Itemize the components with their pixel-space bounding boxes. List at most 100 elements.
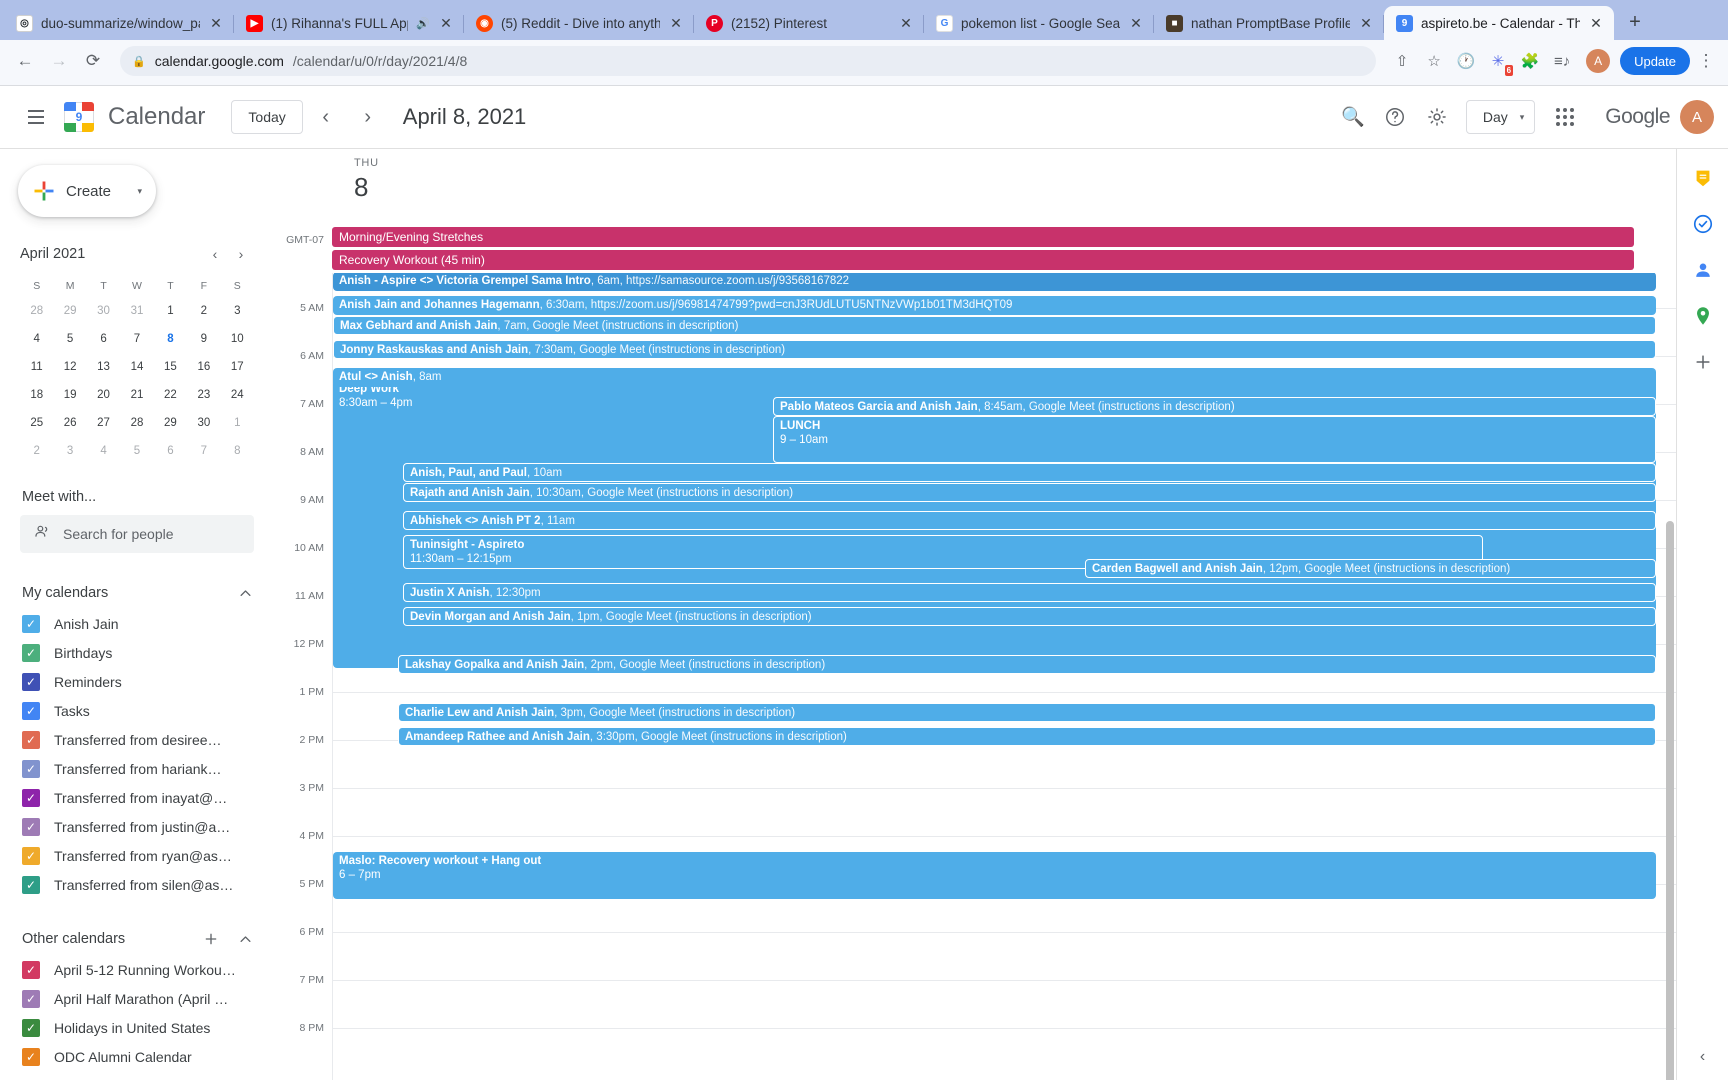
mini-day[interactable]: 28 (20, 297, 53, 325)
calendar-list-item[interactable]: ✓ Transferred from inayat@… (0, 783, 274, 812)
chevron-up-icon[interactable] (232, 926, 258, 952)
mini-day[interactable]: 29 (53, 297, 86, 325)
calendar-list-item[interactable]: ✓ Transferred from desiree… (0, 725, 274, 754)
mini-day[interactable]: 3 (53, 437, 86, 465)
calendar-event[interactable]: Justin X Anish, 12:30pm (403, 583, 1656, 602)
new-tab-button[interactable]: + (1620, 7, 1650, 37)
mini-day[interactable]: 8 (221, 437, 254, 465)
mini-day[interactable]: 5 (120, 437, 153, 465)
account-avatar[interactable]: A (1680, 100, 1714, 134)
checkbox-checked-icon[interactable]: ✓ (22, 614, 40, 633)
tab-close-icon[interactable]: ✕ (898, 16, 914, 30)
tab-close-icon[interactable]: ✕ (438, 16, 454, 30)
browser-tab[interactable]: ◉ (5) Reddit - Dive into anythin ✕ (464, 6, 694, 40)
checkbox-checked-icon[interactable]: ✓ (22, 672, 40, 691)
other-calendars-header[interactable]: Other calendars (0, 923, 274, 955)
create-event-button[interactable]: Create ▾ (18, 165, 156, 217)
mini-day[interactable]: 30 (87, 297, 120, 325)
calendar-list-item[interactable]: ✓ Transferred from silen@as… (0, 870, 274, 899)
calendar-list-item[interactable]: ✓ Transferred from justin@a… (0, 812, 274, 841)
bookmark-star-icon[interactable]: ☆ (1420, 47, 1448, 75)
mini-day[interactable]: 3 (221, 297, 254, 325)
calendar-list-item[interactable]: ✓ Reminders (0, 667, 274, 696)
checkbox-checked-icon[interactable]: ✓ (22, 701, 40, 720)
mini-day[interactable]: 27 (87, 409, 120, 437)
browser-tab[interactable]: ■ nathan PromptBase Profile | ✕ (1154, 6, 1384, 40)
tab-close-icon[interactable]: ✕ (1128, 16, 1144, 30)
events-canvas[interactable]: Deep Work 8:30am – 4pm Anish - Aspire <>… (332, 273, 1676, 1080)
search-icon[interactable]: 🔍 (1332, 96, 1374, 138)
mini-day[interactable]: 24 (221, 381, 254, 409)
update-button[interactable]: Update (1620, 47, 1690, 75)
all-day-event[interactable]: Morning/Evening Stretches (332, 227, 1634, 247)
forward-icon[interactable]: → (44, 46, 74, 76)
mini-next-month-icon[interactable]: › (228, 241, 254, 267)
checkbox-checked-icon[interactable]: ✓ (22, 875, 40, 894)
mini-day[interactable]: 5 (53, 325, 86, 353)
previous-day-icon[interactable]: ‹ (307, 98, 345, 136)
mini-day[interactable]: 4 (87, 437, 120, 465)
checkbox-checked-icon[interactable]: ✓ (22, 960, 40, 979)
mini-prev-month-icon[interactable]: ‹ (202, 241, 228, 267)
reading-list-icon[interactable]: ≡♪ (1548, 47, 1576, 75)
chevron-up-icon[interactable] (232, 580, 258, 606)
checkbox-checked-icon[interactable]: ✓ (22, 730, 40, 749)
checkbox-checked-icon[interactable]: ✓ (22, 1018, 40, 1037)
calendar-event[interactable]: Pablo Mateos Garcia and Anish Jain, 8:45… (773, 397, 1656, 416)
calendar-event[interactable]: Anish - Aspire <> Victoria Grempel Sama … (333, 273, 1656, 291)
mini-day[interactable]: 17 (221, 353, 254, 381)
checkbox-checked-icon[interactable]: ✓ (22, 1047, 40, 1066)
calendar-list-item[interactable]: ✓ Holidays in United States (0, 1013, 274, 1042)
google-apps-grid-icon[interactable] (1543, 96, 1585, 138)
maps-icon[interactable] (1688, 301, 1718, 331)
calendar-list-item[interactable]: ✓ April Half Marathon (April … (0, 984, 274, 1013)
calendar-event[interactable]: Carden Bagwell and Anish Jain, 12pm, Goo… (1085, 559, 1656, 578)
calendar-event-maslo[interactable]: Maslo: Recovery workout + Hang out 6 – 7… (333, 852, 1656, 899)
settings-gear-icon[interactable] (1416, 96, 1458, 138)
mini-day[interactable]: 18 (20, 381, 53, 409)
mini-day[interactable]: 13 (87, 353, 120, 381)
calendar-event[interactable]: Amandeep Rathee and Anish Jain, 3:30pm, … (398, 727, 1656, 746)
browser-tab[interactable]: ▶ (1) Rihanna's FULL Apple 🔊 ✕ (234, 6, 464, 40)
mini-day[interactable]: 11 (20, 353, 53, 381)
mini-day[interactable]: 15 (154, 353, 187, 381)
mini-day[interactable]: 19 (53, 381, 86, 409)
browser-tab[interactable]: P (2152) Pinterest ✕ (694, 6, 924, 40)
puzzle-icon[interactable]: 🧩 (1516, 47, 1544, 75)
help-icon[interactable] (1374, 96, 1416, 138)
checkbox-checked-icon[interactable]: ✓ (22, 817, 40, 836)
calendar-event[interactable]: Rajath and Anish Jain, 10:30am, Google M… (403, 483, 1656, 502)
mini-day[interactable]: 14 (120, 353, 153, 381)
calendar-list-item[interactable]: ✓ Birthdays (0, 638, 274, 667)
mini-day[interactable]: 1 (154, 297, 187, 325)
today-button[interactable]: Today (231, 100, 303, 134)
checkbox-checked-icon[interactable]: ✓ (22, 643, 40, 662)
view-mode-select[interactable]: Day ▾ (1465, 100, 1536, 134)
mini-day[interactable]: 25 (20, 409, 53, 437)
browser-tab[interactable]: ◎ duo-summarize/window_par ✕ (4, 6, 234, 40)
keep-icon[interactable] (1688, 163, 1718, 193)
calendar-event[interactable]: Max Gebhard and Anish Jain, 7am, Google … (333, 316, 1656, 335)
calendar-event[interactable]: Atul <> Anish, 8am (333, 368, 1656, 387)
tasks-icon[interactable] (1688, 209, 1718, 239)
mini-day[interactable]: 7 (120, 325, 153, 353)
calendar-event[interactable]: Devin Morgan and Anish Jain, 1pm, Google… (403, 607, 1656, 626)
mini-day[interactable]: 21 (120, 381, 153, 409)
mini-day[interactable]: 10 (221, 325, 254, 353)
mini-day[interactable]: 9 (187, 325, 220, 353)
mini-day-selected[interactable]: 8 (154, 325, 187, 353)
browser-tab[interactable]: G pokemon list - Google Search ✕ (924, 6, 1154, 40)
tab-close-icon[interactable]: ✕ (1358, 16, 1374, 30)
tab-close-icon[interactable]: ✕ (1588, 16, 1604, 30)
history-lock-icon[interactable]: 🕐 (1452, 47, 1480, 75)
calendar-event[interactable]: Jonny Raskauskas and Anish Jain, 7:30am,… (333, 340, 1656, 359)
browser-profile-avatar[interactable]: A (1586, 49, 1611, 73)
all-day-event[interactable]: Recovery Workout (45 min) (332, 250, 1634, 270)
mini-day[interactable]: 31 (120, 297, 153, 325)
mini-day[interactable]: 1 (221, 409, 254, 437)
tab-close-icon[interactable]: ✕ (208, 16, 224, 30)
expand-panel-icon[interactable]: ‹ (1700, 1048, 1705, 1066)
checkbox-checked-icon[interactable]: ✓ (22, 759, 40, 778)
chrome-menu-icon[interactable]: ⋮ (1694, 51, 1718, 71)
mini-day[interactable]: 28 (120, 409, 153, 437)
